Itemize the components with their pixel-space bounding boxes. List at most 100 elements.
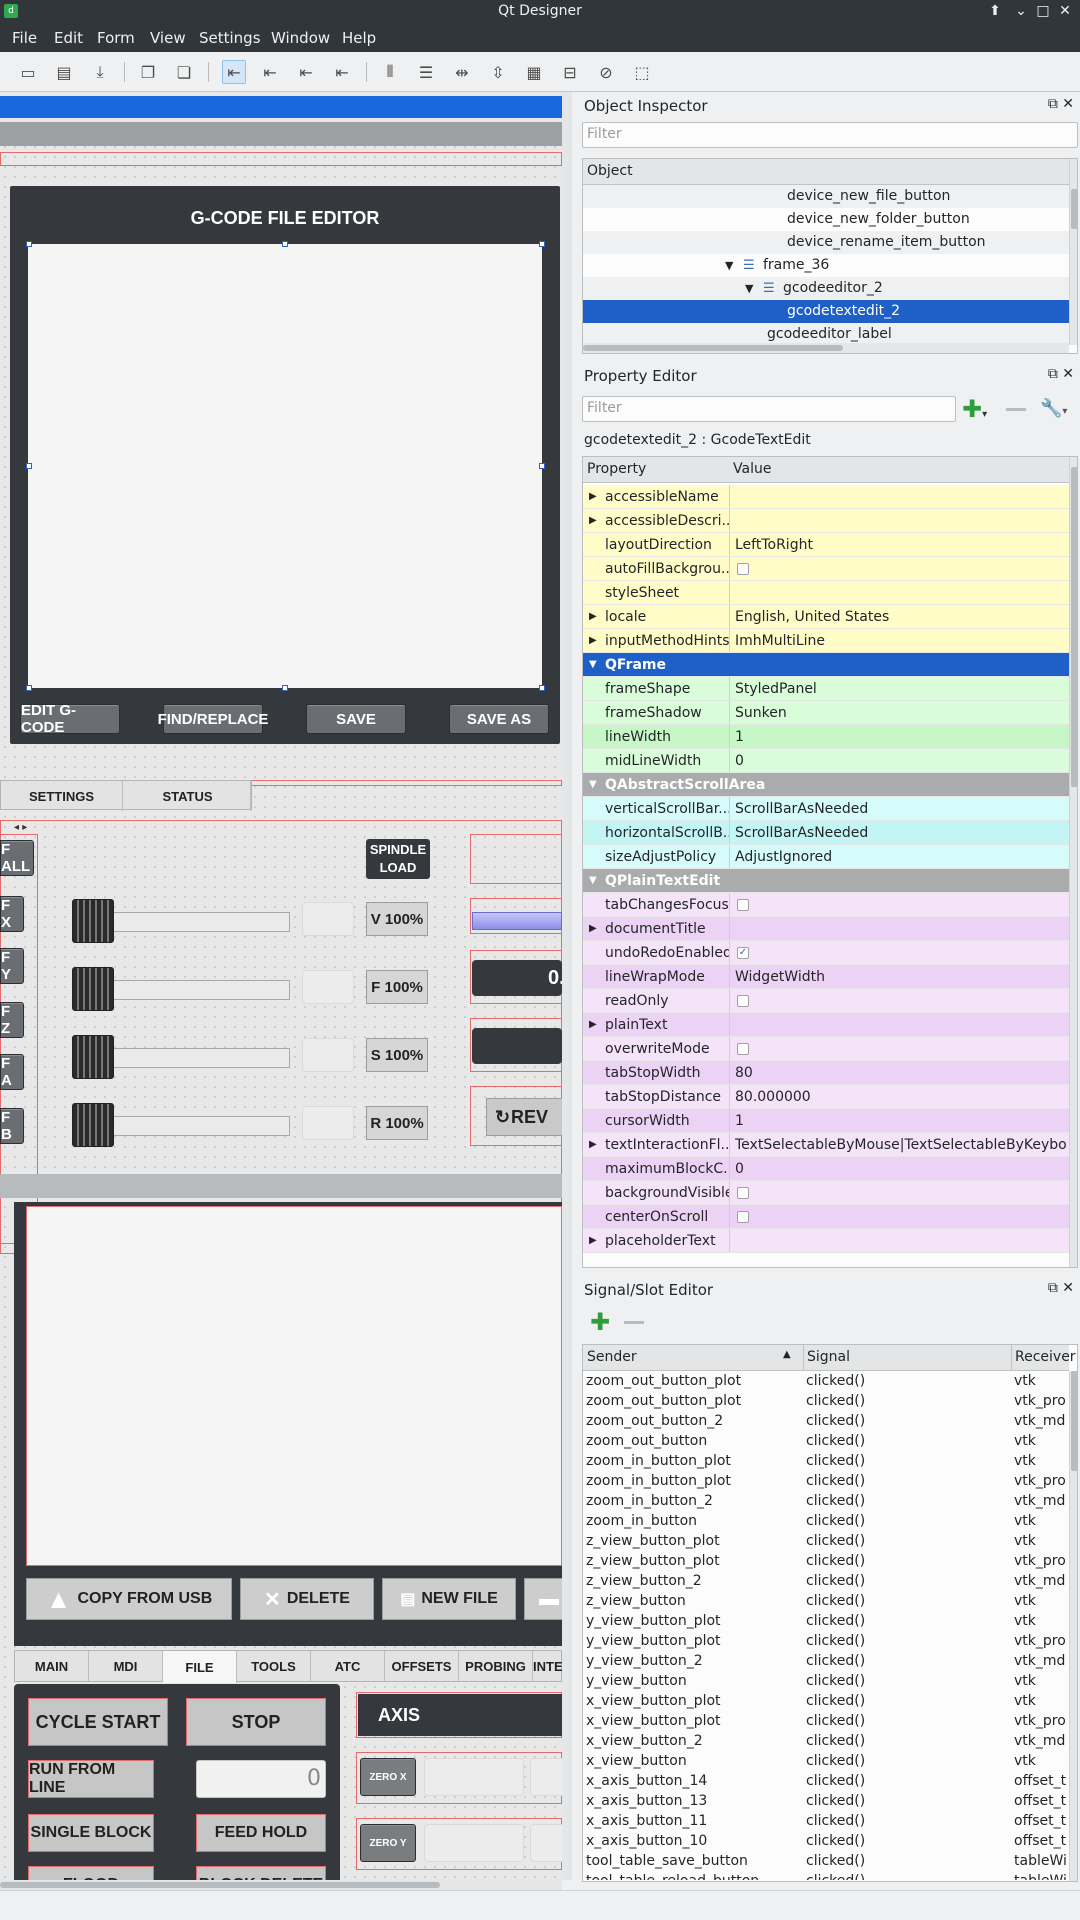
property-checkbox[interactable] [737,563,749,575]
property-expand-icon[interactable]: ▶ [589,485,597,508]
connection-row[interactable]: x_view_button clicked() vtk [586,1751,1066,1771]
close-icon[interactable]: ✕ [1056,2,1074,20]
menu-file[interactable]: File [12,29,37,47]
property-row[interactable]: ▶ plainText [583,1013,1069,1037]
property-row[interactable]: layoutDirection LeftToRight [583,533,1069,557]
property-expand-icon[interactable]: ▶ [589,605,597,628]
tab-atc[interactable]: ATC [311,1651,385,1681]
connection-row[interactable]: tool_table_reload_button clicked() tableWi… [586,1871,1066,1880]
edit-signals-slots-icon[interactable]: ⇤ [258,60,282,84]
connection-row[interactable]: zoom_out_button_plot clicked() vtk [586,1371,1066,1391]
property-checkbox[interactable] [737,1187,749,1199]
property-row[interactable]: backgroundVisible [583,1181,1069,1205]
menu-edit[interactable]: Edit [54,29,83,47]
property-row[interactable]: maximumBlockC... 0 [583,1157,1069,1181]
property-value[interactable]: WidgetWidth [735,965,1067,988]
signal-slot-float-close-icons[interactable]: ⧉ ✕ [1048,1280,1074,1296]
property-row[interactable]: ▶ documentTitle [583,917,1069,941]
property-row[interactable]: ▶ accessibleDescri... [583,509,1069,533]
edit-widgets-icon[interactable]: ⇤ [222,60,246,84]
receiver-column-header[interactable]: Receiver [1015,1349,1076,1365]
property-editor-vscroll[interactable] [1069,457,1077,1267]
value-column-header[interactable]: Value [733,461,771,477]
connection-row[interactable]: zoom_out_button clicked() vtk [586,1431,1066,1451]
override-f-all[interactable]: F ALL [0,840,34,876]
group-collapse-icon[interactable]: ▼ [589,653,597,676]
layout-grid-icon[interactable]: ▦ [522,60,546,84]
new-folder-button[interactable]: ▬ [524,1578,562,1620]
connection-row[interactable]: x_axis_button_14 clicked() offset_ta [586,1771,1066,1791]
property-value[interactable]: LeftToRight [735,533,1067,556]
property-editor-float-close-icons[interactable]: ⧉ ✕ [1048,366,1074,382]
property-value[interactable]: English, United States [735,605,1067,628]
connection-row[interactable]: zoom_in_button_2 clicked() vtk_mdi [586,1491,1066,1511]
delete-button[interactable]: ✕ DELETE [240,1578,374,1620]
property-row[interactable]: ▶ placeholderText [583,1229,1069,1253]
property-row[interactable]: frameShape StyledPanel [583,677,1069,701]
object-inspector-hscroll[interactable] [583,343,1069,353]
property-row[interactable]: cursorWidth 1 [583,1109,1069,1133]
connection-row[interactable]: x_axis_button_13 clicked() offset_ta [586,1791,1066,1811]
property-checkbox[interactable] [737,1211,749,1223]
rapid-slider-handle[interactable] [72,1103,114,1147]
object-tree-row[interactable]: device_rename_item_button [583,231,1069,254]
layout-form-icon[interactable]: ⊟ [558,60,582,84]
property-value[interactable]: Sunken [735,701,1067,724]
property-row[interactable]: frameShadow Sunken [583,701,1069,725]
feed-hold-button[interactable]: FEED HOLD [196,1814,326,1852]
property-checkbox[interactable] [737,1043,749,1055]
property-group-header[interactable]: ▼ QAbstractScrollArea [583,773,1069,797]
property-row[interactable]: lineWidth 1 [583,725,1069,749]
property-row[interactable]: overwriteMode [583,1037,1069,1061]
connection-row[interactable]: y_view_button_plot clicked() vtk_prob [586,1631,1066,1651]
group-collapse-icon[interactable]: ▼ [589,773,597,796]
sender-column-header[interactable]: Sender [587,1349,637,1365]
layout-h-splitter-icon[interactable]: ⇹ [450,60,474,84]
property-value[interactable]: 80.000000 [735,1085,1067,1108]
feed-slider-handle[interactable] [72,967,114,1011]
connection-row[interactable]: x_view_button_2 clicked() vtk_mdi [586,1731,1066,1751]
connection-row[interactable]: zoom_in_button_plot clicked() vtk_prob [586,1471,1066,1491]
property-editor-filter[interactable]: Filter [582,396,956,422]
connection-row[interactable]: z_view_button clicked() vtk [586,1591,1066,1611]
add-dynamic-property-icon[interactable]: ✚▾ [962,396,987,428]
override-f-y[interactable]: F Y [0,948,24,984]
maximize-icon[interactable]: □ [1034,2,1052,20]
minimize-icon[interactable]: ⌄ [1012,2,1030,20]
connection-row[interactable]: z_view_button_2 clicked() vtk_mdi [586,1571,1066,1591]
tree-expander-icon[interactable]: ▼ [725,254,733,277]
tab-inte[interactable]: INTE [533,1651,562,1681]
property-checkbox[interactable] [737,995,749,1007]
zero-x-button[interactable]: ZERO X [360,1758,416,1796]
spindle-slider-handle[interactable] [72,1035,114,1079]
menu-window[interactable]: Window [271,29,330,47]
property-row[interactable]: tabStopWidth 80 [583,1061,1069,1085]
property-group-header[interactable]: ▼ QPlainTextEdit [583,869,1069,893]
property-row[interactable]: verticalScrollBar... ScrollBarAsNeeded [583,797,1069,821]
property-row[interactable]: ▶ textInteractionFl... TextSelectableByMou… [583,1133,1069,1157]
connection-row[interactable]: z_view_button_plot clicked() vtk_prob [586,1551,1066,1571]
connection-row[interactable]: z_view_button_plot clicked() vtk [586,1531,1066,1551]
configure-property-icon[interactable]: 🔧▾ [1040,398,1067,419]
property-value[interactable]: ScrollBarAsNeeded [735,797,1067,820]
velocity-slider-handle[interactable] [72,899,114,943]
property-value[interactable]: AdjustIgnored [735,845,1067,868]
find-replace-button[interactable]: FIND/REPLACE [158,704,268,734]
tab-tools[interactable]: TOOLS [237,1651,311,1681]
property-row[interactable]: tabChangesFocus [583,893,1069,917]
tab-mdi[interactable]: MDI [89,1651,163,1681]
canvas-vscrollbar[interactable] [562,92,572,1880]
property-expand-icon[interactable]: ▶ [589,917,597,940]
property-row[interactable]: sizeAdjustPolicy AdjustIgnored [583,845,1069,869]
signal-slot-vscroll[interactable] [1069,1371,1077,1881]
menu-view[interactable]: View [150,29,186,47]
save-as-button[interactable]: SAVE AS [449,704,549,734]
gcode-text-edit[interactable] [28,244,542,688]
connection-row[interactable]: x_view_button_plot clicked() vtk [586,1691,1066,1711]
property-row[interactable]: ▶ locale English, United States [583,605,1069,629]
property-expand-icon[interactable]: ▶ [589,629,597,652]
property-row[interactable]: ▶ accessibleName [583,485,1069,509]
property-row[interactable]: undoRedoEnabled ✓ [583,941,1069,965]
object-tree-row[interactable]: ▼ ☰ frame_36 [583,254,1069,277]
property-group-header[interactable]: ▼ QFrame [583,653,1069,677]
